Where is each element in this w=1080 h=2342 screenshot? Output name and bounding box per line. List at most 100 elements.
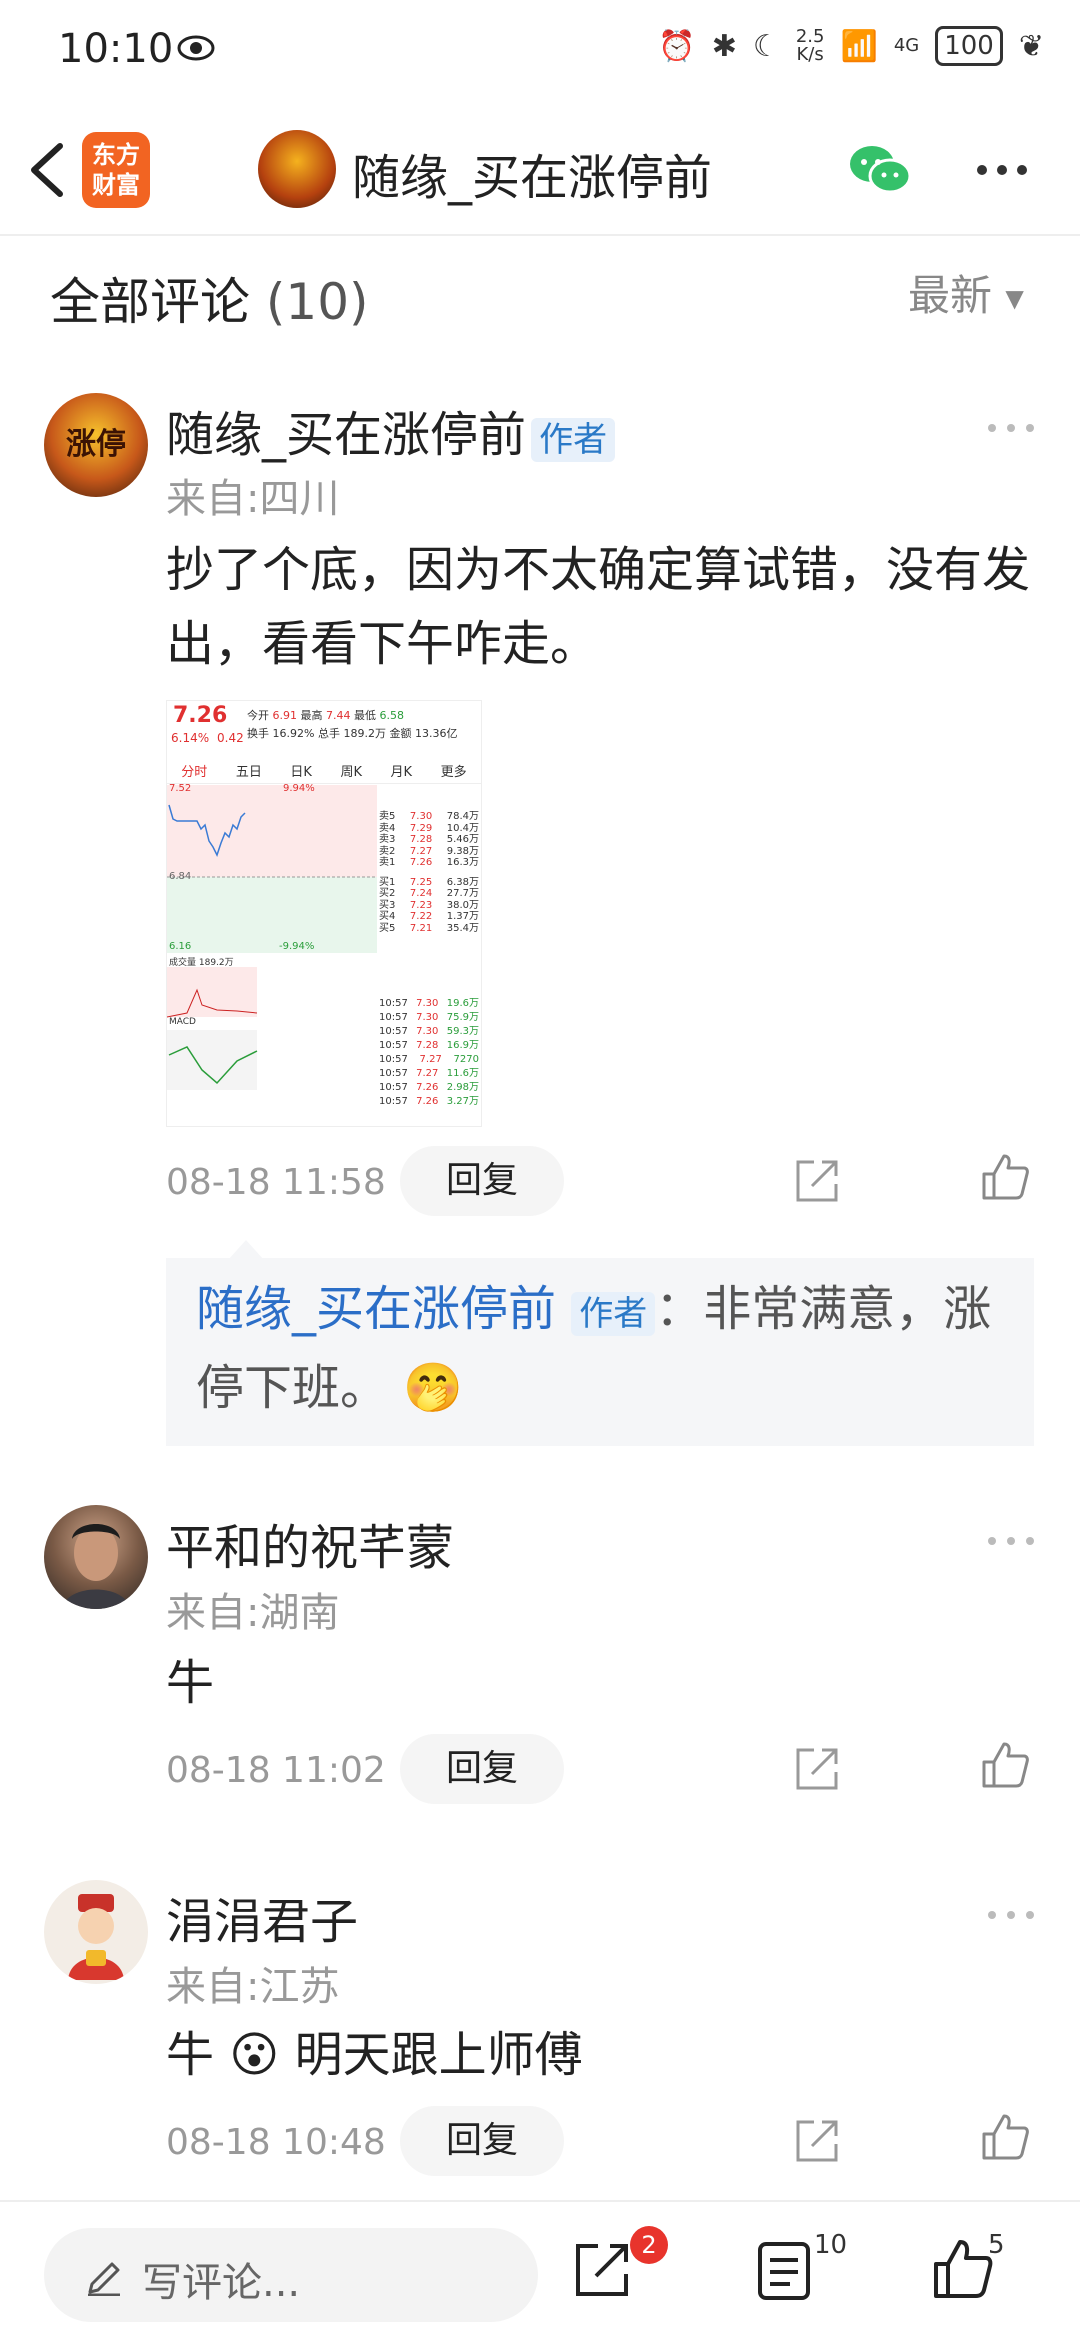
comment-time: 08-18 11:02 bbox=[166, 1750, 386, 1791]
author-badge: 作者 bbox=[571, 1292, 656, 1336]
chart-tab[interactable]: 分时 bbox=[181, 761, 207, 783]
like-count: 5 bbox=[988, 2230, 1005, 2260]
eye-icon bbox=[177, 35, 215, 61]
like-icon[interactable] bbox=[980, 1152, 1030, 1202]
like-icon[interactable] bbox=[932, 2238, 994, 2300]
chart-tab[interactable]: 周K bbox=[340, 761, 362, 783]
chart-bottom-price: 6.16 bbox=[169, 941, 192, 952]
share-icon[interactable] bbox=[794, 1746, 840, 1792]
tick-row: 10:57 7.27 7270 bbox=[379, 1054, 479, 1065]
comment-time: 08-18 11:58 bbox=[166, 1162, 386, 1203]
tick-row: 10:57 7.27 11.6万 bbox=[379, 1068, 479, 1079]
sort-label: 最新 bbox=[908, 271, 993, 320]
sub-reply[interactable]: 随缘_买在涨停前 作者 ：非常满意，涨停下班。 🤭 bbox=[166, 1258, 1034, 1446]
order-book-row: 买1 7.25 6.38万 bbox=[379, 876, 479, 888]
chart-tab[interactable]: 月K bbox=[391, 761, 413, 783]
wechat-icon[interactable] bbox=[848, 140, 912, 200]
comments-count: (10) bbox=[265, 273, 369, 331]
comment-location: 来自:江苏 bbox=[166, 1964, 340, 2010]
comments-icon[interactable] bbox=[756, 2240, 812, 2302]
comment-placeholder: 写评论... bbox=[142, 2260, 301, 2306]
order-book: 卖5 7.30 78.4万 卖4 7.29 10.4万 卖3 7.28 5.46万 卖2 7.27 9… bbox=[379, 811, 479, 934]
order-book-row: 卖1 7.26 16.3万 bbox=[379, 857, 479, 868]
share-icon[interactable] bbox=[794, 2118, 840, 2164]
comment-more-icon[interactable] bbox=[986, 1534, 1036, 1548]
reply-button[interactable]: 回复 bbox=[400, 1146, 564, 1216]
tick-row: 10:57 7.30 59.3万 bbox=[379, 1026, 479, 1037]
chart-volume-label: 成交量 189.2万 bbox=[169, 958, 234, 968]
app-logo[interactable]: 东方 财富 bbox=[82, 132, 150, 208]
caret-down-icon: ▼ bbox=[1005, 284, 1024, 313]
top-nav: 东方 财富 随缘_买在涨停前 bbox=[0, 110, 1080, 236]
order-book-row: 买3 7.23 38.0万 bbox=[379, 899, 479, 911]
avatar[interactable] bbox=[44, 1880, 148, 1984]
comment-author[interactable]: 涓涓君子 bbox=[166, 1882, 358, 1952]
tick-row: 10:57 7.30 75.9万 bbox=[379, 1012, 479, 1023]
comment-text: 牛 bbox=[166, 1655, 215, 1711]
order-book-row: 卖2 7.27 9.38万 bbox=[379, 845, 479, 857]
page-title: 随缘_买在涨停前 bbox=[352, 150, 713, 206]
666-emoji-icon: 😮 bbox=[229, 2027, 280, 2083]
tick-row: 10:57 7.28 16.9万 bbox=[379, 1040, 479, 1051]
person-photo bbox=[62, 1524, 130, 1609]
tick-row: 10:57 7.26 2.98万 bbox=[379, 1082, 479, 1093]
author-badge: 作者 bbox=[531, 418, 616, 462]
status-time: 10:10 bbox=[58, 26, 174, 72]
reply-button[interactable]: 回复 bbox=[400, 2106, 564, 2176]
network-speed: 2.5 K/s bbox=[795, 26, 825, 65]
reply-button[interactable]: 回复 bbox=[400, 1734, 564, 1804]
chart-tab[interactable]: 五日 bbox=[236, 761, 262, 783]
chart-mid-price: 6.84 bbox=[169, 871, 192, 882]
bluetooth-icon: ✱ bbox=[711, 28, 737, 64]
sub-reply-author[interactable]: 随缘_买在涨停前 bbox=[196, 1281, 556, 1337]
wifi-icon: 📶 bbox=[840, 28, 878, 64]
comments-heading: 全部评论 (10) bbox=[50, 262, 369, 334]
leaf-icon: ❦ bbox=[1018, 28, 1044, 64]
comment-more-icon[interactable] bbox=[986, 1908, 1036, 1922]
chart-quote-row1: 今开 6.91 最高 7.44 最低 6.58 bbox=[247, 709, 404, 722]
comments-title: 全部评论 bbox=[50, 273, 250, 331]
like-icon[interactable] bbox=[980, 1740, 1030, 1790]
comment-author-row: 随缘_买在涨停前 作者 bbox=[166, 395, 616, 465]
chart-change: 0.42 bbox=[217, 731, 244, 745]
share-icon[interactable] bbox=[572, 2240, 632, 2300]
chart-tab[interactable]: 更多 bbox=[441, 761, 467, 783]
signal-label: 4G bbox=[893, 35, 920, 56]
tick-row: 10:57 7.30 19.6万 bbox=[379, 998, 479, 1009]
back-arrow-icon[interactable] bbox=[20, 134, 80, 206]
comment-author[interactable]: 平和的祝芊蒙 bbox=[166, 1508, 454, 1578]
comment-time: 08-18 10:48 bbox=[166, 2122, 386, 2163]
like-icon[interactable] bbox=[980, 2112, 1030, 2162]
tick-row: 10:57 7.26 3.27万 bbox=[379, 1096, 479, 1107]
author-avatar[interactable] bbox=[258, 130, 336, 208]
more-icon[interactable] bbox=[972, 150, 1032, 190]
avatar[interactable] bbox=[44, 1505, 148, 1609]
chart-pct: 6.14% bbox=[171, 731, 210, 745]
comment-count: 10 bbox=[814, 2230, 848, 2260]
chart-quote-row2: 换手 16.92% 总手 189.2万 金额 13.36亿 bbox=[247, 727, 458, 740]
tick-list: 10:57 7.30 19.6万 10:57 7.30 75.9万 10:57 7.30 59.… bbox=[379, 997, 479, 1109]
avatar[interactable]: 涨停 bbox=[44, 393, 148, 497]
status-icons: ⏰ ✱ ☾ 2.5 K/s 📶 4G 100 ❦ bbox=[658, 26, 1044, 66]
comment-input[interactable]: 写评论... bbox=[44, 2228, 538, 2322]
chart-top-price: 7.52 bbox=[169, 783, 192, 794]
alarm-icon: ⏰ bbox=[658, 28, 696, 64]
comment-more-icon[interactable] bbox=[986, 421, 1036, 435]
order-book-row: 卖5 7.30 78.4万 bbox=[379, 811, 479, 822]
chart-top-pct: 9.94% bbox=[283, 783, 315, 794]
chart-tabs: 分时 五日 日K 周K 月K 更多 bbox=[167, 761, 481, 784]
sort-dropdown[interactable]: 最新 ▼ bbox=[908, 262, 1024, 323]
chart-bottom-pct: -9.94% bbox=[279, 941, 315, 952]
sub-reply-text: 随缘_买在涨停前 作者 ：非常满意，涨停下班。 🤭 bbox=[196, 1272, 1016, 1425]
pencil-icon bbox=[88, 2262, 120, 2296]
order-book-row: 买2 7.24 27.7万 bbox=[379, 888, 479, 899]
bottom-bar: 写评论... 2 10 5 bbox=[0, 2200, 1080, 2342]
share-icon[interactable] bbox=[794, 1158, 840, 1204]
moon-icon: ☾ bbox=[752, 28, 780, 64]
share-count-badge: 2 bbox=[630, 2226, 668, 2264]
comment-text: 抄了个底，因为不太确定算试错，没有发出，看看下午咋走。 bbox=[166, 542, 1031, 672]
comment-author[interactable]: 随缘_买在涨停前 bbox=[166, 407, 526, 463]
chart-tab[interactable]: 日K bbox=[290, 761, 312, 783]
stock-chart-image[interactable]: 7.26 6.14% 0.42 今开 6.91 最高 7.44 最低 6.58 … bbox=[166, 700, 482, 1127]
order-book-row: 买5 7.21 35.4万 bbox=[379, 922, 479, 934]
